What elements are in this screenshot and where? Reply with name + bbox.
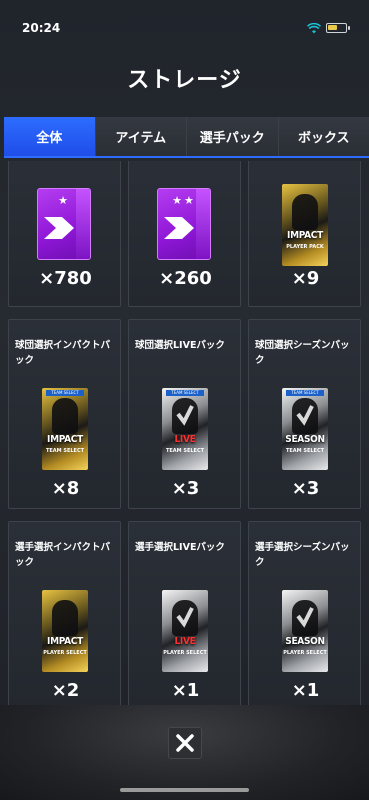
item-title: 球団選択インパクトパック bbox=[15, 340, 111, 366]
item-count: ×1 bbox=[291, 680, 320, 701]
star-icon: ★ bbox=[58, 194, 70, 207]
item-title: 球団選択LIVEパック bbox=[135, 340, 225, 351]
impact-player-pack-image: IMPACT PLAYER PACK bbox=[282, 184, 328, 266]
ticket-icon: ★★ bbox=[157, 188, 211, 260]
star-icon: ★★ bbox=[172, 194, 196, 207]
item-title: 球団選択シーズンパック bbox=[255, 340, 350, 366]
checkmark-icon bbox=[176, 607, 194, 628]
item-card[interactable]: 球団選択インパクトパック TEAM SELECT IMPACT TEAM SEL… bbox=[8, 319, 121, 509]
item-count: ×2 bbox=[51, 680, 80, 701]
item-card[interactable]: 球団選択LIVEパック TEAM SELECT LIVE TEAM SELECT… bbox=[128, 319, 241, 509]
pack-sub: PLAYER SELECT bbox=[43, 650, 87, 656]
pack-name: IMPACT bbox=[287, 230, 323, 241]
live-team-pack-image: TEAM SELECT LIVE TEAM SELECT bbox=[162, 388, 208, 470]
pack-sub: TEAM SELECT bbox=[285, 448, 325, 454]
item-title: 選手選択LIVEパック bbox=[135, 542, 225, 553]
storage-grid: ★ ×780 ★★ ×260 IMPACT PLAYER PACK ×9 球団選… bbox=[0, 161, 369, 705]
pack-name: LIVE bbox=[174, 636, 196, 647]
tab-bar: 全体 アイテム 選手パック ボックス bbox=[4, 117, 369, 158]
item-count: ×780 bbox=[39, 268, 92, 289]
page-title: ストレージ bbox=[127, 68, 242, 93]
home-indicator[interactable] bbox=[120, 788, 249, 792]
pack-header: TEAM SELECT bbox=[286, 390, 324, 396]
checkmark-icon bbox=[296, 405, 314, 426]
status-bar: 20:24 bbox=[0, 0, 369, 56]
item-card[interactable]: 選手選択シーズンパック SEASON PLAYER SELECT ×1 bbox=[248, 521, 361, 705]
close-icon bbox=[176, 734, 194, 752]
impact-team-pack-image: TEAM SELECT IMPACT TEAM SELECT bbox=[42, 388, 88, 470]
pack-name: LIVE bbox=[174, 434, 196, 445]
item-count: ×9 bbox=[291, 268, 320, 289]
item-title: 選手選択シーズンパック bbox=[255, 542, 350, 568]
item-count: ×260 bbox=[159, 268, 212, 289]
item-count: ×1 bbox=[171, 680, 200, 701]
tab-boxes[interactable]: ボックス bbox=[278, 117, 369, 156]
item-card[interactable]: 選手選択インパクトパック IMPACT PLAYER SELECT ×2 bbox=[8, 521, 121, 705]
season-player-select-pack-image: SEASON PLAYER SELECT bbox=[282, 590, 328, 672]
item-card[interactable]: ★ ×780 bbox=[8, 161, 121, 307]
tab-items[interactable]: アイテム bbox=[95, 117, 187, 156]
wifi-icon bbox=[307, 23, 321, 34]
item-card[interactable]: ★★ ×260 bbox=[128, 161, 241, 307]
battery-level bbox=[328, 25, 337, 30]
item-title: 選手選択インパクトパック bbox=[15, 542, 111, 568]
status-time: 20:24 bbox=[22, 21, 61, 35]
pack-header: TEAM SELECT bbox=[46, 390, 84, 396]
pack-sub: TEAM SELECT bbox=[165, 448, 205, 454]
pack-sub: PLAYER SELECT bbox=[283, 650, 327, 656]
pack-sub: PLAYER PACK bbox=[286, 244, 324, 250]
close-button[interactable] bbox=[168, 727, 202, 759]
item-card[interactable]: IMPACT PLAYER PACK ×9 bbox=[248, 161, 361, 307]
chevron-icon bbox=[44, 217, 74, 239]
battery-icon bbox=[326, 23, 350, 33]
season-team-pack-image: TEAM SELECT SEASON TEAM SELECT bbox=[282, 388, 328, 470]
storage-screen: 20:24 ストレージ 全体 アイテム 選手パック ボックス ★ ×780 ★★… bbox=[0, 0, 369, 800]
item-card[interactable]: 球団選択シーズンパック TEAM SELECT SEASON TEAM SELE… bbox=[248, 319, 361, 509]
live-player-select-pack-image: LIVE PLAYER SELECT bbox=[162, 590, 208, 672]
pack-sub: TEAM SELECT bbox=[45, 448, 85, 454]
pack-name: SEASON bbox=[285, 636, 325, 647]
checkmark-icon bbox=[296, 607, 314, 628]
checkmark-icon bbox=[176, 405, 194, 426]
chevron-icon bbox=[164, 217, 194, 239]
pack-name: IMPACT bbox=[47, 434, 83, 445]
pack-name: SEASON bbox=[285, 434, 325, 445]
pack-name: IMPACT bbox=[47, 636, 83, 647]
item-count: ×3 bbox=[171, 478, 200, 499]
tab-all[interactable]: 全体 bbox=[4, 117, 96, 156]
item-card[interactable]: 選手選択LIVEパック LIVE PLAYER SELECT ×1 bbox=[128, 521, 241, 705]
item-count: ×8 bbox=[51, 478, 80, 499]
impact-player-select-pack-image: IMPACT PLAYER SELECT bbox=[42, 590, 88, 672]
ticket-icon: ★ bbox=[37, 188, 91, 260]
pack-sub: PLAYER SELECT bbox=[163, 650, 207, 656]
pack-header: TEAM SELECT bbox=[166, 390, 204, 396]
tab-player-packs[interactable]: 選手パック bbox=[187, 117, 279, 156]
item-count: ×3 bbox=[291, 478, 320, 499]
